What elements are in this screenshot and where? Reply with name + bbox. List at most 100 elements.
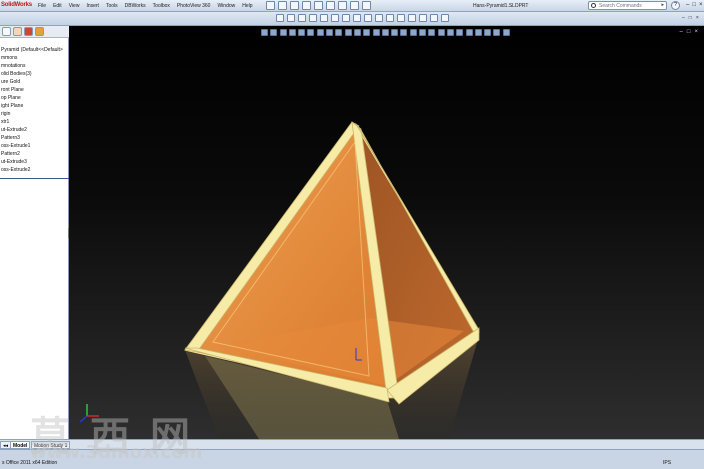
decals-icon[interactable]	[474, 29, 482, 36]
tree-item-cut-extrude2[interactable]: ut-Extrude2	[0, 126, 69, 134]
doc-minimize-button[interactable]: –	[682, 15, 685, 21]
rollback-bar[interactable]	[0, 178, 69, 179]
tree-item-front-plane[interactable]: ront Plane	[0, 86, 69, 94]
edit-appearance-icon[interactable]	[353, 29, 361, 36]
appearance-palette-icon[interactable]	[456, 29, 464, 36]
tree-item-cut-extrude3[interactable]: ut-Extrude3	[0, 158, 69, 166]
ambient-occlusion-icon[interactable]	[400, 29, 408, 36]
section-view-icon[interactable]	[316, 29, 324, 36]
hide-show-items-icon[interactable]	[344, 29, 352, 36]
tree-item-material[interactable]: ure Gold	[0, 78, 69, 86]
tab-model[interactable]: Model	[10, 441, 31, 449]
print-preview-icon[interactable]	[331, 14, 339, 22]
revolve-icon[interactable]	[375, 14, 383, 22]
mirror-icon[interactable]	[408, 14, 416, 22]
doc-restore-button[interactable]: □	[689, 15, 692, 21]
open-folder-icon[interactable]	[278, 1, 287, 10]
tree-item-extrude1[interactable]: xtr1	[0, 118, 69, 126]
tree-item-annotations[interactable]: mnotations	[0, 62, 69, 70]
minimize-button[interactable]: –	[686, 2, 689, 8]
help-icon[interactable]: ?	[671, 1, 680, 10]
save-icon[interactable]	[290, 1, 299, 10]
mass-properties-icon[interactable]	[441, 14, 449, 22]
menu-insert[interactable]: Insert	[86, 3, 99, 9]
feature-manager-icon[interactable]	[276, 14, 284, 22]
property-tab-icon[interactable]	[13, 27, 22, 36]
select-arrow-icon[interactable]	[326, 1, 335, 10]
tree-item-sensors[interactable]: mmons	[0, 54, 69, 62]
menu-window[interactable]: Window	[217, 3, 235, 9]
view-settings-icon[interactable]	[372, 29, 380, 36]
cartoon-icon[interactable]	[419, 29, 427, 36]
menu-tools[interactable]: Tools	[106, 3, 118, 9]
zoom-to-area-icon[interactable]	[270, 29, 278, 36]
view-triad-icon[interactable]	[493, 29, 501, 36]
feature-tree-tab-icon[interactable]	[2, 27, 11, 36]
camera-icon[interactable]	[428, 29, 436, 36]
configuration-icon[interactable]	[298, 14, 306, 22]
extrude-icon[interactable]	[364, 14, 372, 22]
smart-dimension-icon[interactable]	[353, 14, 361, 22]
previous-view-icon[interactable]	[307, 29, 315, 36]
tree-item-part[interactable]: Pyramid (Default<<Default>	[0, 46, 69, 54]
shadows-icon[interactable]	[391, 29, 399, 36]
scene-icon[interactable]	[465, 29, 473, 36]
menu-edit[interactable]: Edit	[53, 3, 62, 9]
lighting-icon[interactable]	[437, 29, 445, 36]
realview-icon[interactable]	[381, 29, 389, 36]
units-indicator[interactable]: IPS	[663, 460, 671, 466]
menu-dbworks[interactable]: DBWorks	[125, 3, 146, 9]
tree-item-solid-bodies[interactable]: olid Bodies(3)	[0, 70, 69, 78]
search-go-icon[interactable]: ▸	[661, 2, 664, 8]
pattern-icon[interactable]	[397, 14, 405, 22]
viewport-close-button[interactable]: ×	[694, 29, 698, 35]
tree-item-top-plane[interactable]: op Plane	[0, 94, 69, 102]
property-manager-icon[interactable]	[287, 14, 295, 22]
display-tab-icon[interactable]	[35, 27, 44, 36]
menu-photoview[interactable]: PhotoView 360	[177, 3, 211, 9]
view-origins-icon[interactable]	[502, 29, 510, 36]
save-all-icon[interactable]	[320, 14, 328, 22]
rebuild-icon[interactable]	[338, 1, 347, 10]
doc-close-button[interactable]: ×	[696, 15, 699, 21]
search-input[interactable]	[599, 2, 655, 9]
print-icon[interactable]	[302, 1, 311, 10]
search-box[interactable]: ▸	[588, 1, 667, 10]
reference-geometry-icon[interactable]	[419, 14, 427, 22]
zoom-to-fit-icon[interactable]	[261, 29, 268, 36]
fillet-icon[interactable]	[386, 14, 394, 22]
menu-file[interactable]: File	[38, 3, 46, 9]
pan-icon[interactable]	[288, 29, 296, 36]
new-icon[interactable]	[309, 14, 317, 22]
appearance-tab-icon[interactable]	[24, 27, 33, 36]
graphics-viewport[interactable]: – □ ×	[69, 26, 704, 439]
new-document-icon[interactable]	[266, 1, 275, 10]
tree-item-boss-extrude2[interactable]: oss-Extrude2	[0, 166, 69, 174]
menu-toolbox[interactable]: Toolbox	[153, 3, 170, 9]
tree-item-pattern3[interactable]: Pattern3	[0, 134, 69, 142]
file-properties-icon[interactable]	[350, 1, 359, 10]
undo-icon[interactable]	[314, 1, 323, 10]
tree-item-origin[interactable]: rigin	[0, 110, 69, 118]
view-orientation-icon[interactable]	[326, 29, 334, 36]
zoom-in-out-icon[interactable]	[279, 29, 287, 36]
measure-icon[interactable]	[430, 14, 438, 22]
tree-item-pattern2[interactable]: Pattern2	[0, 150, 69, 158]
app-logo: SolidWorks	[1, 2, 32, 8]
options-icon[interactable]	[362, 1, 371, 10]
render-tools-icon[interactable]	[446, 29, 454, 36]
tree-item-boss-extrude1[interactable]: oss-Extrude1	[0, 142, 69, 150]
apply-scene-icon[interactable]	[363, 29, 371, 36]
perspective-icon[interactable]	[409, 29, 417, 36]
maximize-button[interactable]: □	[692, 2, 696, 8]
hide-all-types-icon[interactable]	[484, 29, 492, 36]
display-style-icon[interactable]	[335, 29, 343, 36]
sketch-icon[interactable]	[342, 14, 350, 22]
viewport-restore-button[interactable]: □	[687, 29, 691, 35]
tree-item-right-plane[interactable]: ight Plane	[0, 102, 69, 110]
viewport-minimize-button[interactable]: –	[680, 29, 683, 35]
rotate-icon[interactable]	[298, 29, 306, 36]
close-button[interactable]: ×	[699, 2, 703, 8]
menu-view[interactable]: View	[69, 3, 80, 9]
menu-help[interactable]: Help	[242, 3, 252, 9]
